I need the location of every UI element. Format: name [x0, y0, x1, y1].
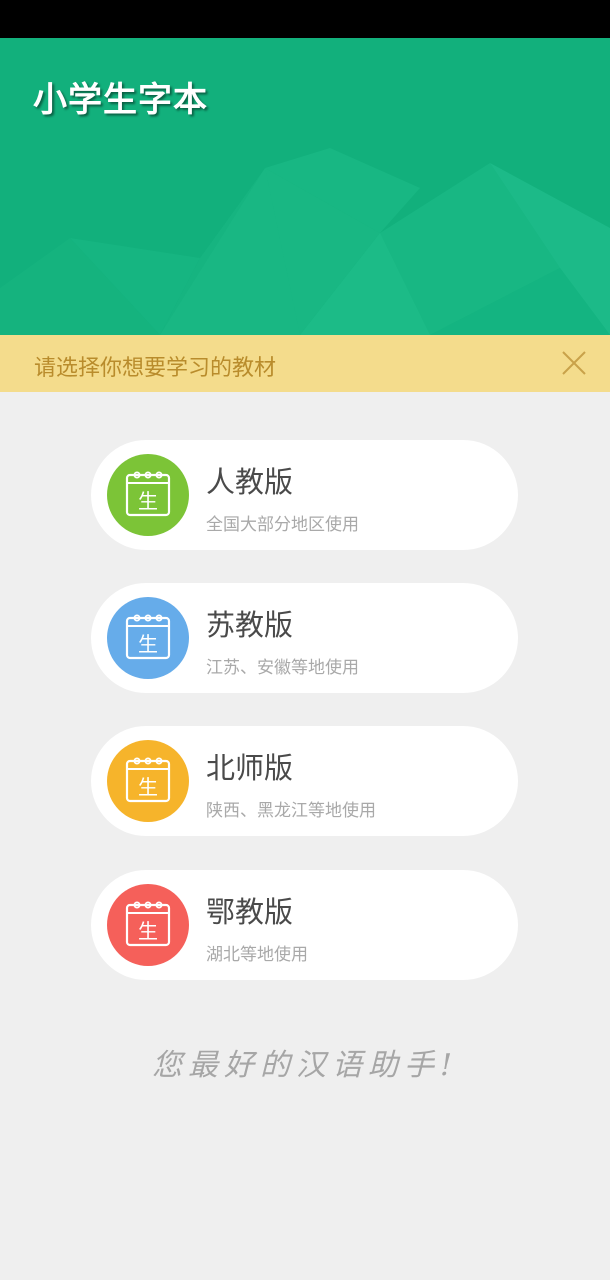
calendar-icon: 生: [107, 597, 189, 679]
edition-title: 人教版: [206, 465, 294, 499]
calendar-icon: 生: [107, 884, 189, 966]
calendar-icon-glyph: 生: [138, 489, 158, 513]
slogan-text: 您最好的汉语助手!: [151, 1048, 459, 1083]
notice-bar: 请选择你想要学习的教材: [0, 335, 610, 392]
calendar-icon-glyph: 生: [138, 632, 158, 656]
edition-title: 鄂教版: [206, 895, 294, 929]
header-banner: 小学生字本: [0, 38, 610, 335]
calendar-icon: 生: [107, 740, 189, 822]
status-bar: [0, 0, 610, 38]
edition-card-renjiao[interactable]: 生 人教版 全国大部分地区使用: [91, 440, 518, 550]
edition-subtitle: 全国大部分地区使用: [206, 515, 359, 535]
edition-card-beishi[interactable]: 生 北师版 陕西、黑龙江等地使用: [91, 726, 518, 836]
edition-card-ejiao[interactable]: 生 鄂教版 湖北等地使用: [91, 870, 518, 980]
edition-title: 苏教版: [206, 608, 294, 642]
edition-card-sujiao[interactable]: 生 苏教版 江苏、安徽等地使用: [91, 583, 518, 693]
notice-text: 请选择你想要学习的教材: [34, 356, 277, 381]
calendar-icon: 生: [107, 454, 189, 536]
edition-title: 北师版: [206, 751, 294, 785]
app-title: 小学生字本: [33, 80, 208, 120]
close-icon[interactable]: [558, 347, 590, 379]
calendar-icon-glyph: 生: [138, 775, 158, 799]
edition-subtitle: 湖北等地使用: [206, 945, 308, 965]
edition-subtitle: 江苏、安徽等地使用: [206, 658, 359, 678]
calendar-icon-glyph: 生: [138, 919, 158, 943]
edition-subtitle: 陕西、黑龙江等地使用: [206, 801, 376, 821]
